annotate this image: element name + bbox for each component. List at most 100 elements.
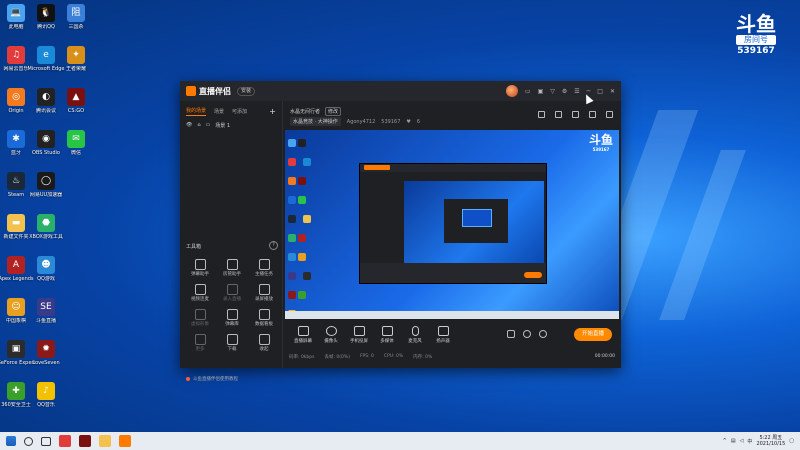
eye-icon[interactable] [523, 330, 531, 338]
tab-my-scenes[interactable]: 我的场景 [186, 107, 207, 116]
tool-button[interactable]: 弹幕库 [216, 309, 248, 328]
desktop-icon[interactable]: ⬣ XBOX游戏工具 [27, 214, 65, 240]
help-icon[interactable]: ? [269, 241, 278, 250]
settings-icon[interactable]: ⚙ [562, 88, 567, 95]
maximize-icon[interactable]: □ [597, 88, 603, 95]
tool-button[interactable]: 录屏播放 [248, 284, 280, 303]
version-tag[interactable]: 安装 [237, 86, 256, 96]
windows-start-icon[interactable] [6, 436, 16, 446]
multimedia-button[interactable]: 多媒体 [373, 326, 401, 344]
desktop-icon[interactable]: ♪ QQ音乐 [27, 382, 65, 408]
screen-capture-button[interactable]: 直播屏幕 [289, 326, 317, 344]
desktop-icon[interactable]: ✹ LoveSeven [27, 340, 65, 366]
app-title: 直播伴侣 [199, 86, 231, 96]
tutorial-notice[interactable]: 斗鱼直播伴侣使用教程 [186, 376, 238, 382]
tool-button[interactable]: 数据看板 [248, 309, 280, 328]
menu-icon[interactable]: ☰ [574, 88, 579, 95]
search-icon[interactable] [24, 436, 33, 446]
desktop-icon-label: 网易UU加速器 [29, 192, 63, 198]
csgo-taskbar-icon[interactable] [79, 435, 91, 447]
app-icon: 阻 [67, 4, 85, 22]
speaker-button[interactable]: 扬声器 [429, 326, 457, 344]
desktop-icon[interactable]: ✦ 王者荣耀 [57, 46, 95, 72]
microphone-button[interactable]: 麦克风 [401, 326, 429, 344]
notification-icon[interactable]: ▢ [789, 438, 794, 444]
app-icon: ▣ [7, 340, 25, 358]
network-icon[interactable]: ▤ [731, 438, 736, 444]
gift-icon[interactable]: ▣ [538, 88, 544, 95]
desktop-icon[interactable]: ◯ 网易UU加速器 [27, 172, 65, 198]
room-category[interactable]: 水晶竞技 · 大神操作 [290, 117, 341, 126]
lock-icon[interactable] [555, 111, 562, 118]
preview-canvas[interactable]: 斗鱼 539167 [285, 130, 619, 319]
edit-room-button[interactable]: 修改 [325, 107, 342, 116]
room-title-row: 水晶无间行者 修改 [290, 107, 342, 116]
tool-icon [194, 309, 206, 320]
tool-button[interactable]: 收起 [248, 334, 280, 353]
message-icon[interactable]: ▭ [525, 88, 531, 95]
ime-icon[interactable]: 中 [747, 438, 752, 445]
app-icon: SE [37, 298, 55, 316]
title-bar[interactable]: 直播伴侣 安装 ▭ ▣ ▽ ⚙ ☰ ─ □ ✕ [180, 81, 621, 101]
tool-button[interactable]: 房管助手 [216, 259, 248, 278]
tool-button[interactable]: 更多 [184, 334, 216, 353]
tool-icon [226, 309, 238, 320]
app-icon: ◐ [37, 88, 55, 106]
add-scene-button[interactable]: + [269, 107, 276, 116]
control-label: 多媒体 [380, 339, 394, 344]
avatar[interactable] [505, 85, 518, 97]
eye-icon[interactable]: 👁 [186, 122, 192, 129]
room-number: 539167 [737, 46, 775, 56]
live-companion-taskbar-icon[interactable] [119, 435, 131, 447]
phone-cast-button[interactable]: 手机投屏 [345, 326, 373, 344]
desktop-icon-label: QQ音乐 [37, 402, 55, 408]
netease-music-taskbar-icon[interactable] [59, 435, 71, 447]
clock[interactable]: 5:22 周五 2021/10/15 [756, 435, 785, 447]
scene-item[interactable]: 👁 ⌂ ▭ 场景 1 [180, 120, 282, 131]
room-meta-row: 水晶竞技 · 大神操作 Agony4712 539167 ♥ 6 [290, 117, 420, 126]
toolbox-grid: 弹幕助手 房管助手 主播任务视频连麦 录入直播 录屏播放虚拟形象 弹幕库 数据看板更多 下载 收… [184, 259, 280, 353]
tool-button[interactable]: 主播任务 [248, 259, 280, 278]
gift-icon[interactable] [538, 111, 545, 118]
tool-label: 下载 [227, 347, 237, 352]
desktop-icon[interactable]: ▲ CS:GO [57, 88, 95, 114]
start-live-button[interactable]: 开始直播 [574, 328, 612, 341]
tool-icon [194, 259, 206, 270]
camera-button[interactable]: 摄像头 [317, 326, 345, 344]
room-id: 539167 [381, 118, 401, 125]
bag-icon[interactable] [572, 111, 579, 118]
tool-button[interactable]: 虚拟形象 [184, 309, 216, 328]
shield-icon[interactable]: ▽ [550, 88, 555, 95]
record-icon[interactable] [507, 330, 515, 338]
folder-taskbar-icon[interactable] [99, 435, 111, 447]
tool-icon [258, 259, 270, 270]
desktop-icon[interactable]: SE 斗鱼直播 [27, 298, 65, 324]
tool-label: 房管助手 [223, 272, 241, 277]
room-title: 水晶无间行者 [290, 109, 321, 115]
app-icon: ◉ [37, 130, 55, 148]
lock-icon[interactable]: ⌂ [197, 122, 200, 129]
volume-icon[interactable]: ◁ [740, 438, 744, 444]
tool-label: 录入直播 [223, 297, 241, 302]
tab-scenes[interactable]: 场景 [214, 108, 224, 115]
desktop-icon[interactable]: 阻三国杀 [57, 4, 95, 30]
tool-button[interactable]: 视频连麦 [184, 284, 216, 303]
bell-icon[interactable] [589, 111, 596, 118]
tool-button[interactable]: 录入直播 [216, 284, 248, 303]
room-tag: 房间号 [736, 35, 776, 45]
tool-button[interactable]: 弹幕助手 [184, 259, 216, 278]
monitor-icon [297, 326, 309, 336]
desktop-icon[interactable]: ✉ 微信 [57, 130, 95, 156]
chevron-up-icon[interactable]: ^ [723, 438, 727, 444]
tool-button[interactable]: 下载 [216, 334, 248, 353]
control-label: 麦克风 [408, 339, 422, 344]
stream-stats: 码率: 0kbps 丢帧: 0(0%) FPS: 0 CPU: 0% 内存: 0… [289, 354, 615, 360]
tool-icon [258, 334, 270, 345]
share-icon[interactable] [606, 111, 613, 118]
settings-icon[interactable] [539, 330, 547, 338]
task-view-icon[interactable] [41, 436, 51, 446]
desktop-icon[interactable]: ☻ QQ游戏 [27, 256, 65, 282]
tab-addable[interactable]: 可添加 [232, 108, 247, 115]
close-icon[interactable]: ✕ [610, 88, 615, 95]
preview-taskbar [285, 311, 619, 319]
